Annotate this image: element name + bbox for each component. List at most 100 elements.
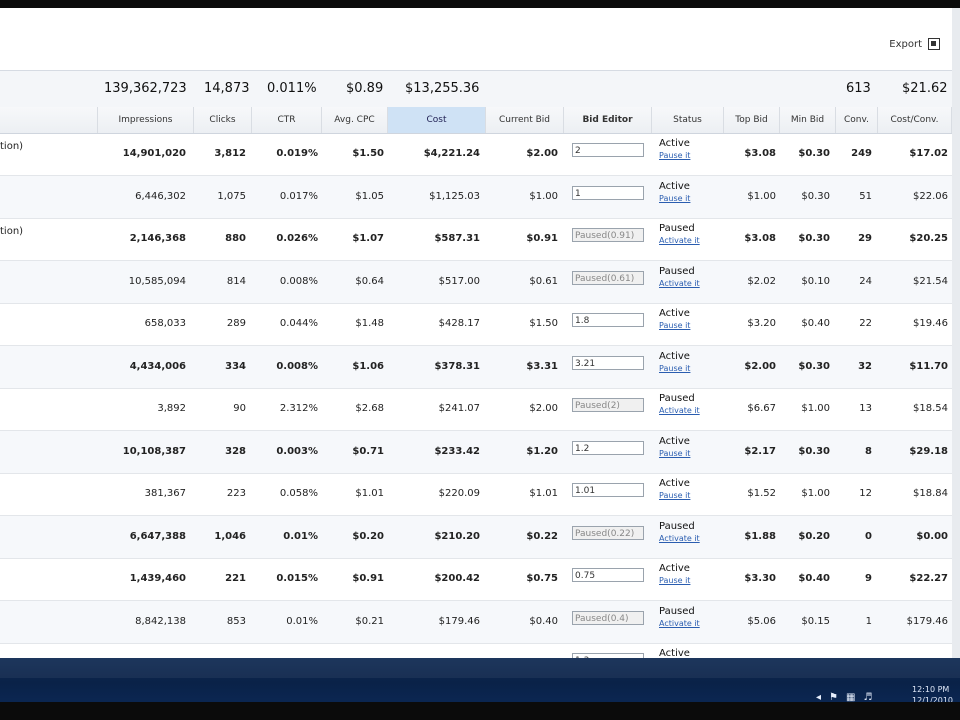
activate-link[interactable]: Activate it xyxy=(659,618,700,630)
header-cost[interactable]: Cost xyxy=(388,107,486,133)
cell-impressions: 6,446,302 xyxy=(135,190,186,202)
bid-editor-input[interactable]: 1 xyxy=(572,185,644,200)
pause-link[interactable]: Pause it xyxy=(659,490,690,502)
cell-cpc_conv: $11.70 xyxy=(909,360,948,372)
table-row[interactable]: 10,585,094 814 0.008% $0.64 $517.00 $0.61 $2.0… xyxy=(0,260,952,304)
cell-cost: $587.31 xyxy=(434,233,480,244)
pause-link[interactable]: Pause it xyxy=(659,150,690,162)
activate-link[interactable]: Activate it xyxy=(659,533,700,545)
header-conv[interactable]: Conv. xyxy=(836,107,878,133)
status-cell: ActivePause it xyxy=(659,436,690,460)
pause-link[interactable]: Pause it xyxy=(659,575,690,587)
row-name[interactable]: tion) xyxy=(0,226,23,237)
table-row[interactable]: 658,033 289 0.044% $1.48 $428.17 $1.50 $3.20 $0… xyxy=(0,303,952,346)
bid-editor-input[interactable]: 1.01 xyxy=(572,483,644,497)
table-row[interactable]: 4,434,006 334 0.008% $1.06 $378.31 $3.31 $2.00… xyxy=(0,345,952,389)
header-top-bid[interactable]: Top Bid xyxy=(724,107,780,133)
header-ctr[interactable]: CTR xyxy=(252,107,322,133)
header-min-bid[interactable]: Min Bid xyxy=(780,107,836,133)
cell-ctr: 0.008% xyxy=(276,360,318,372)
table-row[interactable]: 381,367 223 0.058% $1.01 $220.09 $1.01 $1.52 $1… xyxy=(0,473,952,516)
total-clicks: 14,873 xyxy=(204,81,250,96)
cell-clicks: 880 xyxy=(225,233,246,244)
cell-impressions: 381,367 xyxy=(144,488,186,499)
cell-cost: $200.42 xyxy=(434,573,480,584)
cell-cost: $1,125.03 xyxy=(429,190,480,202)
table-row[interactable]: 3,892 90 2.312% $2.68 $241.07 $2.00 $6.67 $1.00… xyxy=(0,388,952,431)
cell-conv: 24 xyxy=(859,275,872,287)
header-impressions[interactable]: Impressions xyxy=(98,107,194,133)
pause-link[interactable]: Pause it xyxy=(659,193,690,205)
table-row[interactable]: 10,108,387 328 0.003% $0.71 $233.42 $1.20 $2.1… xyxy=(0,430,952,474)
cell-cpc_conv: $17.02 xyxy=(909,148,948,159)
cell-conv: 29 xyxy=(858,233,872,244)
cell-cpc_conv: $20.25 xyxy=(909,233,948,244)
header-bid-editor[interactable]: Bid Editor xyxy=(564,107,652,133)
status-cell: Paused Activate it xyxy=(659,266,700,290)
cell-top: $2.17 xyxy=(744,445,776,457)
cell-bid: $0.40 xyxy=(529,615,558,627)
bid-editor-input[interactable]: 2 xyxy=(572,143,644,157)
cell-impressions: 3,892 xyxy=(157,403,186,414)
bid-editor-input[interactable]: Paused(0.61) xyxy=(572,270,644,285)
cell-cost: $220.09 xyxy=(438,488,480,499)
export-button[interactable]: Export xyxy=(889,38,940,50)
bid-editor-input[interactable]: 1.2 xyxy=(572,440,644,455)
activate-link[interactable]: Activate it xyxy=(659,235,700,247)
activate-link[interactable]: Activate it xyxy=(659,278,700,290)
status-text: Active xyxy=(659,648,690,658)
activate-link[interactable]: Activate it xyxy=(659,405,700,417)
status-text: Active xyxy=(659,138,690,149)
table-row[interactable]: tion) 2,146,368 880 0.026% $1.07 $587.31 $0.91… xyxy=(0,218,952,261)
cell-cost: $241.07 xyxy=(438,403,480,414)
cell-min: $0.15 xyxy=(801,615,830,627)
cell-cpc_conv: $179.46 xyxy=(906,615,948,627)
cell-min: $1.00 xyxy=(801,488,830,499)
header-cost-per-conv[interactable]: Cost/Conv. xyxy=(878,107,952,133)
table-row[interactable]: 6,446,302 1,075 0.017% $1.05 $1,125.03 $1.00 $… xyxy=(0,175,952,219)
cell-ctr: 2.312% xyxy=(279,403,318,414)
cell-cpc: $1.50 xyxy=(352,148,384,159)
cell-clicks: 221 xyxy=(225,573,246,584)
cell-cost: $517.00 xyxy=(438,275,480,287)
bid-editor-input[interactable]: 0.75 xyxy=(572,568,644,582)
header-current-bid[interactable]: Current Bid xyxy=(486,107,564,133)
table-row[interactable]: tion) 14,901,020 3,812 0.019% $1.50 $4,221.24… xyxy=(0,133,952,176)
cell-ctr: 0.015% xyxy=(276,573,318,584)
cell-min: $0.30 xyxy=(801,190,830,202)
status-cell: ActivePause it xyxy=(659,181,690,205)
bid-editor-input[interactable]: Paused(0.4) xyxy=(572,610,644,625)
header-avg-cpc[interactable]: Avg. CPC xyxy=(322,107,388,133)
table-row[interactable]: 8,842,138 853 0.01% $0.21 $179.46 $0.40 $5.06 $… xyxy=(0,600,952,644)
bid-editor-input[interactable]: 1.8 xyxy=(572,313,644,327)
bid-editor-input[interactable]: Paused(0.22) xyxy=(572,525,644,540)
cell-cpc: $1.05 xyxy=(355,190,384,202)
pause-link[interactable]: Pause it xyxy=(659,320,690,332)
total-cost-per-conv: $21.62 xyxy=(902,81,948,96)
table-row[interactable]: 6,647,388 1,046 0.01% $0.20 $210.20 $0.22 $1.8… xyxy=(0,515,952,559)
cell-cpc: $0.64 xyxy=(355,275,384,287)
totals-row: 139,362,723 14,873 0.011% $0.89 $13,255.… xyxy=(0,70,952,108)
header-status[interactable]: Status xyxy=(652,107,724,133)
pause-link[interactable]: Pause it xyxy=(659,363,690,375)
bid-editor-input[interactable]: 3.21 xyxy=(572,355,644,370)
table-row[interactable]: 874,9781160.013%$1.45$167.73$1.30$6.01$0… xyxy=(0,643,952,658)
cell-cpc_conv: $0.00 xyxy=(916,530,948,542)
table-row[interactable]: 1,439,460 221 0.015% $0.91 $200.42 $0.75 $3.30… xyxy=(0,558,952,601)
header-clicks[interactable]: Clicks xyxy=(194,107,252,133)
row-name[interactable]: tion) xyxy=(0,141,23,152)
status-cell: ActivePause it xyxy=(659,351,690,375)
pause-link[interactable]: Pause it xyxy=(659,448,690,460)
right-gutter xyxy=(952,8,960,658)
bid-editor-input[interactable]: Paused(2) xyxy=(572,398,644,412)
bid-editor-input[interactable]: Paused(0.91) xyxy=(572,228,644,242)
cell-min: $0.10 xyxy=(801,275,830,287)
cell-bid: $1.00 xyxy=(529,190,558,202)
header-name-col[interactable] xyxy=(0,107,98,133)
cell-top: $6.67 xyxy=(747,403,776,414)
cell-conv: 9 xyxy=(865,573,872,584)
cell-min: $1.00 xyxy=(801,403,830,414)
cell-cpc_conv: $19.46 xyxy=(913,318,948,329)
cell-min: $0.30 xyxy=(798,360,830,372)
cell-top: $1.00 xyxy=(747,190,776,202)
